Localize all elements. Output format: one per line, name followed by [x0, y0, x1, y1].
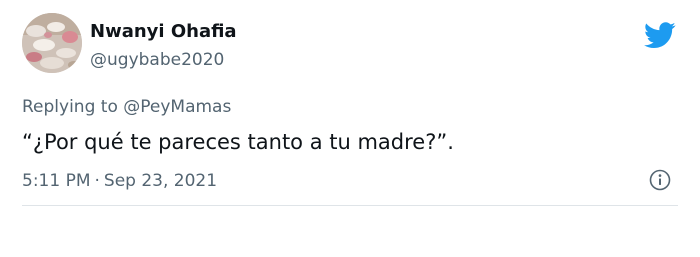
meta-separator: · [94, 171, 100, 191]
divider [22, 205, 678, 206]
reply-mention-link[interactable]: @PeyMamas [123, 97, 231, 117]
tweet-date: Sep 23, 2021 [103, 171, 218, 191]
tweet-timestamp[interactable]: 5:11 PM · Sep 23, 2021 [22, 170, 217, 192]
avatar[interactable] [22, 13, 82, 73]
reply-context: Replying to @PeyMamas [22, 96, 231, 118]
info-icon[interactable] [649, 169, 671, 191]
author-display-name[interactable]: Nwanyi Ohafia [90, 21, 237, 43]
reply-prefix: Replying to [22, 97, 118, 117]
tweet-text: “¿Por qué te pareces tanto a tu madre?”. [22, 130, 454, 154]
author-handle[interactable]: @ugybabe2020 [90, 49, 224, 71]
tweet-card: Nwanyi Ohafia @ugybabe2020 Replying to @… [0, 0, 700, 257]
avatar-image [22, 13, 82, 73]
twitter-bird-icon[interactable] [644, 22, 676, 49]
tweet-time: 5:11 PM [22, 171, 91, 191]
